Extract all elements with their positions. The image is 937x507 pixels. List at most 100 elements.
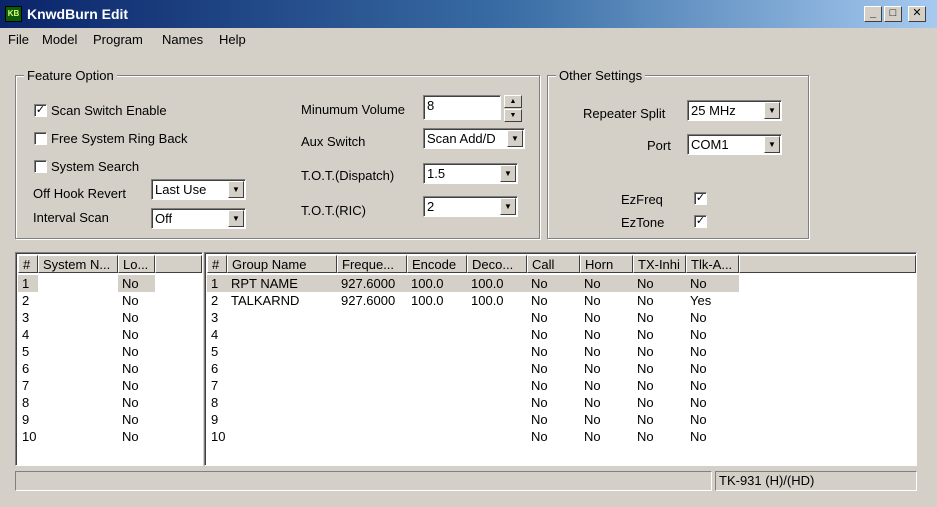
menu-file[interactable]: File bbox=[8, 32, 29, 47]
interval-scan-value: Off bbox=[155, 211, 173, 226]
header-system-lo[interactable]: Lo... bbox=[118, 255, 155, 273]
interval-scan-select[interactable]: Off ▼ bbox=[151, 208, 246, 229]
minimize-button[interactable]: _ bbox=[864, 6, 882, 22]
system-search-checkbox[interactable] bbox=[34, 160, 47, 173]
system-search-label: System Search bbox=[51, 159, 140, 174]
header-decode[interactable]: Deco... bbox=[467, 255, 527, 273]
table-cell: No bbox=[531, 361, 548, 376]
menu-names[interactable]: Names bbox=[162, 32, 203, 47]
group-list[interactable]: # Group Name Freque... Encode Deco... Ca… bbox=[204, 252, 917, 466]
table-cell bbox=[337, 428, 407, 445]
menu-program[interactable]: Program bbox=[93, 32, 143, 47]
table-cell: No bbox=[122, 378, 139, 393]
table-cell bbox=[467, 360, 527, 377]
table-cell bbox=[227, 309, 337, 326]
header-horn[interactable]: Horn bbox=[580, 255, 633, 273]
table-cell: No bbox=[531, 276, 548, 291]
table-cell: No bbox=[584, 327, 601, 342]
table-cell: No bbox=[637, 276, 654, 291]
header-talk-around[interactable]: Tlk-A... bbox=[686, 255, 739, 273]
header-tx-inhibit[interactable]: TX-Inhi bbox=[633, 255, 686, 273]
table-cell: No bbox=[584, 361, 601, 376]
min-volume-label: Minumum Volume bbox=[301, 102, 406, 117]
menu-help[interactable]: Help bbox=[219, 32, 246, 47]
status-bar: TK-931 (H)/(HD) bbox=[15, 471, 917, 491]
table-cell bbox=[227, 343, 337, 360]
chevron-down-icon[interactable]: ▼ bbox=[507, 130, 523, 147]
table-cell bbox=[38, 309, 118, 326]
table-cell bbox=[407, 343, 467, 360]
table-cell: No bbox=[584, 395, 601, 410]
aux-switch-select[interactable]: Scan Add/D ▼ bbox=[423, 128, 525, 149]
table-cell: No bbox=[122, 344, 139, 359]
table-cell bbox=[38, 428, 118, 445]
table-cell: 927.6000 bbox=[341, 293, 396, 308]
spin-down-icon[interactable]: ▼ bbox=[504, 109, 522, 122]
header-encode[interactable]: Encode bbox=[407, 255, 467, 273]
table-cell bbox=[407, 377, 467, 394]
table-cell: No bbox=[690, 429, 707, 444]
table-cell bbox=[467, 309, 527, 326]
port-select[interactable]: COM1 ▼ bbox=[687, 134, 782, 155]
off-hook-revert-select[interactable]: Last Use ▼ bbox=[151, 179, 246, 200]
header-group-name[interactable]: Group Name bbox=[227, 255, 337, 273]
table-cell bbox=[467, 326, 527, 343]
table-cell: 100.0 bbox=[411, 276, 444, 291]
table-cell bbox=[38, 411, 118, 428]
table-cell: No bbox=[690, 344, 707, 359]
table-cell bbox=[407, 309, 467, 326]
chevron-down-icon[interactable]: ▼ bbox=[500, 165, 516, 182]
menu-model[interactable]: Model bbox=[42, 32, 77, 47]
header-system-index[interactable]: # bbox=[18, 255, 38, 273]
table-cell: No bbox=[690, 395, 707, 410]
table-cell: No bbox=[637, 344, 654, 359]
header-call[interactable]: Call bbox=[527, 255, 580, 273]
table-cell: No bbox=[118, 275, 155, 292]
table-cell: No bbox=[690, 412, 707, 427]
free-ring-back-checkbox[interactable] bbox=[34, 132, 47, 145]
maximize-button[interactable]: □ bbox=[884, 6, 902, 22]
scan-switch-checkbox[interactable]: ✓ bbox=[34, 104, 47, 117]
chevron-down-icon[interactable]: ▼ bbox=[500, 198, 516, 215]
chevron-down-icon[interactable]: ▼ bbox=[228, 210, 244, 227]
table-cell: 2 bbox=[211, 293, 219, 308]
header-group-index[interactable]: # bbox=[207, 255, 227, 273]
spin-up-icon[interactable]: ▲ bbox=[504, 95, 522, 108]
table-cell: 927.6000 bbox=[341, 276, 396, 291]
chevron-down-icon[interactable]: ▼ bbox=[764, 136, 780, 153]
table-cell: No bbox=[637, 412, 654, 427]
header-frequency[interactable]: Freque... bbox=[337, 255, 407, 273]
table-cell: No bbox=[584, 293, 601, 308]
table-cell: No bbox=[637, 327, 654, 342]
min-volume-value: 8 bbox=[427, 98, 435, 113]
table-cell bbox=[467, 377, 527, 394]
table-cell bbox=[407, 411, 467, 428]
table-cell: No bbox=[122, 310, 139, 325]
system-list[interactable]: # System N... Lo... 1 No 2 No 3 No 4 No 5 No 6 No 7 N… bbox=[15, 252, 203, 466]
table-cell bbox=[407, 428, 467, 445]
port-label: Port bbox=[647, 138, 671, 153]
repeater-split-select[interactable]: 25 MHz ▼ bbox=[687, 100, 782, 121]
min-volume-input[interactable]: 8 bbox=[423, 95, 501, 120]
table-cell bbox=[337, 411, 407, 428]
feature-option-legend: Feature Option bbox=[24, 68, 117, 83]
chevron-down-icon[interactable]: ▼ bbox=[228, 181, 244, 198]
table-cell bbox=[407, 394, 467, 411]
table-cell: No bbox=[531, 344, 548, 359]
table-cell bbox=[467, 428, 527, 445]
table-cell bbox=[38, 377, 118, 394]
table-cell: Yes bbox=[690, 293, 712, 308]
table-cell: No bbox=[531, 412, 548, 427]
close-button[interactable]: ✕ bbox=[908, 6, 926, 22]
table-cell: No bbox=[637, 361, 654, 376]
table-cell: No bbox=[584, 429, 601, 444]
tot-ric-select[interactable]: 2 ▼ bbox=[423, 196, 518, 217]
chevron-down-icon[interactable]: ▼ bbox=[764, 102, 780, 119]
table-cell: No bbox=[122, 412, 139, 427]
ezfreq-checkbox[interactable]: ✓ bbox=[694, 192, 707, 205]
table-cell: No bbox=[690, 327, 707, 342]
eztone-checkbox[interactable]: ✓ bbox=[694, 215, 707, 228]
tot-dispatch-select[interactable]: 1.5 ▼ bbox=[423, 163, 518, 184]
header-system-name[interactable]: System N... bbox=[38, 255, 118, 273]
table-cell: 7 bbox=[22, 378, 30, 393]
